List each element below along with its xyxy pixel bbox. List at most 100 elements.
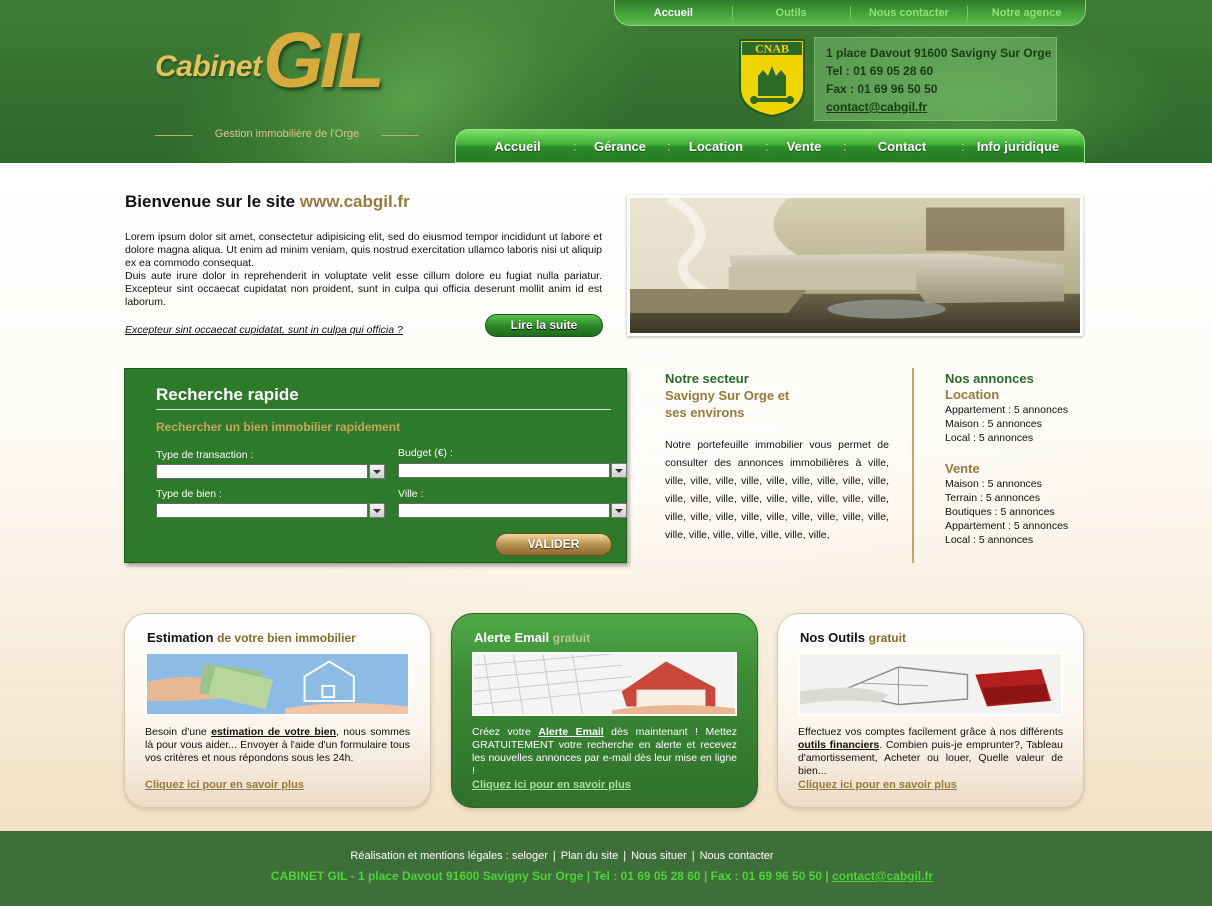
property-type-select[interactable] <box>156 503 385 518</box>
chevron-down-icon[interactable] <box>369 503 385 518</box>
transaction-type-label: Type de transaction : <box>156 449 254 461</box>
sector-title-line1: Notre secteur <box>665 371 749 386</box>
card-body: Effectuez vos comptes facilement grâce à… <box>798 726 1063 778</box>
listings-vente-title: Vente <box>945 461 980 476</box>
card-title: Alerte Email gratuit <box>474 630 590 645</box>
submit-search-button[interactable]: VALIDER <box>495 533 612 556</box>
listings-title: Nos annonces <box>945 371 1034 386</box>
listings-summary: Nos annonces Location Appartement : 5 an… <box>945 370 1105 547</box>
header-tel: Tel : 01 69 05 28 60 <box>826 64 934 78</box>
cnab-emblem-icon: CNAB <box>739 39 805 118</box>
top-nav-nous-contacter[interactable]: Nous contacter <box>851 5 969 20</box>
card-title-suffix: gratuit <box>868 631 906 645</box>
top-nav-accueil[interactable]: Accueil <box>615 5 733 20</box>
main-nav-gerance[interactable]: Gérance <box>573 139 667 154</box>
header-fax: Fax : 01 69 96 50 50 <box>826 82 938 96</box>
footer: Réalisation et mentions légales : seloge… <box>0 831 1212 906</box>
main-nav-accueil[interactable]: Accueil <box>462 139 573 154</box>
more-info-link[interactable]: Cliquez ici pour en savoir plus <box>145 779 304 791</box>
footer-address-text: CABINET GIL - 1 place Davout 91600 Savig… <box>270 869 584 883</box>
header: Accueil Outils Nous contacter Notre agen… <box>0 0 1212 163</box>
main-nav-location[interactable]: Location <box>667 139 765 154</box>
quick-search-panel: Recherche rapide Rechercher un bien immo… <box>124 368 627 563</box>
house-keyboard-photo <box>472 652 737 716</box>
logo-tagline: Gestion immobilière de l'Orge <box>155 128 419 142</box>
transaction-type-select[interactable] <box>156 464 385 479</box>
architecture-armchair-photo <box>798 652 1063 716</box>
sector-title-line3: ses environs <box>665 405 745 420</box>
logo-word-gil: GIL <box>263 16 385 104</box>
main-nav-vente[interactable]: Vente <box>765 139 843 154</box>
vertical-divider <box>912 368 914 563</box>
search-divider <box>156 409 611 410</box>
card-title-suffix: gratuit <box>552 631 591 645</box>
welcome-title: Bienvenue sur le site www.cabgil.fr <box>125 192 410 212</box>
sector-title-line2: Savigny Sur Orge et <box>665 388 790 403</box>
listing-count-link[interactable]: Local : 5 annonces <box>945 431 1105 445</box>
estimation-link[interactable]: estimation de votre bien <box>211 726 336 738</box>
footer-tel: Tel : 01 69 05 28 60 <box>593 869 701 883</box>
card-title-main: Estimation <box>147 630 214 645</box>
logo[interactable]: Cabinet GIL <box>155 16 425 116</box>
more-info-link[interactable]: Cliquez ici pour en savoir plus <box>472 779 631 791</box>
welcome-site: www.cabgil.fr <box>299 192 410 211</box>
card-title-main: Alerte Email <box>474 630 550 645</box>
listing-count-link[interactable]: Maison : 5 annonces <box>945 417 1105 431</box>
cnab-label: CNAB <box>755 42 789 56</box>
welcome-text: Lorem ipsum dolor sit amet, consectetur … <box>125 231 602 309</box>
top-nav-notre-agence[interactable]: Notre agence <box>968 6 1085 20</box>
email-alert-link[interactable]: Alerte Email <box>538 726 603 738</box>
footer-credits-link[interactable]: Réalisation et mentions légales : seloge… <box>350 850 548 862</box>
footer-contact-link[interactable]: Nous contacter <box>700 850 774 862</box>
footer-location-link[interactable]: Nous situer <box>631 850 687 862</box>
main-nav-contact[interactable]: Contact <box>843 139 961 154</box>
footer-separator: | <box>552 850 556 862</box>
welcome-paragraph-1: Lorem ipsum dolor sit amet, consectetur … <box>125 231 602 269</box>
listing-count-link[interactable]: Appartement : 5 annonces <box>945 403 1105 417</box>
sector-title: Notre secteur Savigny Sur Orge et ses en… <box>665 370 789 421</box>
footer-links: Réalisation et mentions légales : seloge… <box>0 850 1124 862</box>
top-nav-outils[interactable]: Outils <box>733 5 851 20</box>
footer-separator: | <box>623 850 627 862</box>
listing-count-link[interactable]: Terrain : 5 annonces <box>945 491 1105 505</box>
read-more-button[interactable]: Lire la suite <box>485 314 603 337</box>
footer-sitemap-link[interactable]: Plan du site <box>561 850 618 862</box>
chevron-down-icon[interactable] <box>611 463 627 478</box>
listing-count-link[interactable]: Appartement : 5 annonces <box>945 519 1105 533</box>
main-nav: Accueil Gérance Location Vente Contact I… <box>455 129 1085 163</box>
listing-count-link[interactable]: Boutiques : 5 annonces <box>945 505 1105 519</box>
budget-label: Budget (€) : <box>398 447 453 459</box>
living-room-photo <box>627 195 1083 336</box>
welcome-paragraph-2: Duis aute irure dolor in reprehenderit i… <box>125 270 602 308</box>
listing-count-link[interactable]: Local : 5 annonces <box>945 533 1105 547</box>
card-body-pre: Besoin d'une <box>145 726 212 738</box>
more-info-link[interactable]: Cliquez ici pour en savoir plus <box>798 779 957 791</box>
city-label: Ville : <box>398 488 424 500</box>
footer-address: CABINET GIL - 1 place Davout 91600 Savig… <box>0 869 1204 883</box>
welcome-question-link[interactable]: Excepteur sint occaecat cupidatat, sunt … <box>125 324 403 336</box>
footer-fax: Fax : 01 69 96 50 50 <box>710 869 823 883</box>
card-body: Besoin d'une estimation de votre bien, n… <box>145 726 410 765</box>
footer-separator: | <box>583 869 594 883</box>
listing-count-link[interactable]: Maison : 5 annonces <box>945 477 1105 491</box>
chevron-down-icon[interactable] <box>611 503 627 518</box>
card-body: Créez votre Alerte Email dès maintenant … <box>472 726 737 778</box>
footer-separator: | <box>691 850 695 862</box>
footer-separator: | <box>700 869 711 883</box>
property-type-label: Type de bien : <box>156 488 222 500</box>
financial-tools-link[interactable]: outils financiers <box>798 739 879 751</box>
search-title: Recherche rapide <box>156 385 299 404</box>
footer-email-link[interactable]: contact@cabgil.fr <box>832 869 933 883</box>
card-title-suffix: de votre bien immobilier <box>217 631 356 645</box>
logo-word-cabinet: Cabinet <box>155 50 262 83</box>
header-address: 1 place Davout 91600 Savigny Sur Orge <box>826 46 1052 60</box>
estimation-card: Estimation de votre bien immobilier Beso… <box>124 613 431 808</box>
header-email-link[interactable]: contact@cabgil.fr <box>826 100 927 114</box>
header-contact-box: 1 place Davout 91600 Savigny Sur Orge Te… <box>814 37 1057 121</box>
city-select[interactable] <box>398 503 627 518</box>
card-title: Estimation de votre bien immobilier <box>147 630 356 645</box>
main-nav-info-juridique[interactable]: Info juridique <box>961 139 1075 154</box>
chevron-down-icon[interactable] <box>369 464 385 479</box>
budget-select[interactable] <box>398 463 627 478</box>
welcome-title-text: Bienvenue sur le site <box>125 192 296 211</box>
